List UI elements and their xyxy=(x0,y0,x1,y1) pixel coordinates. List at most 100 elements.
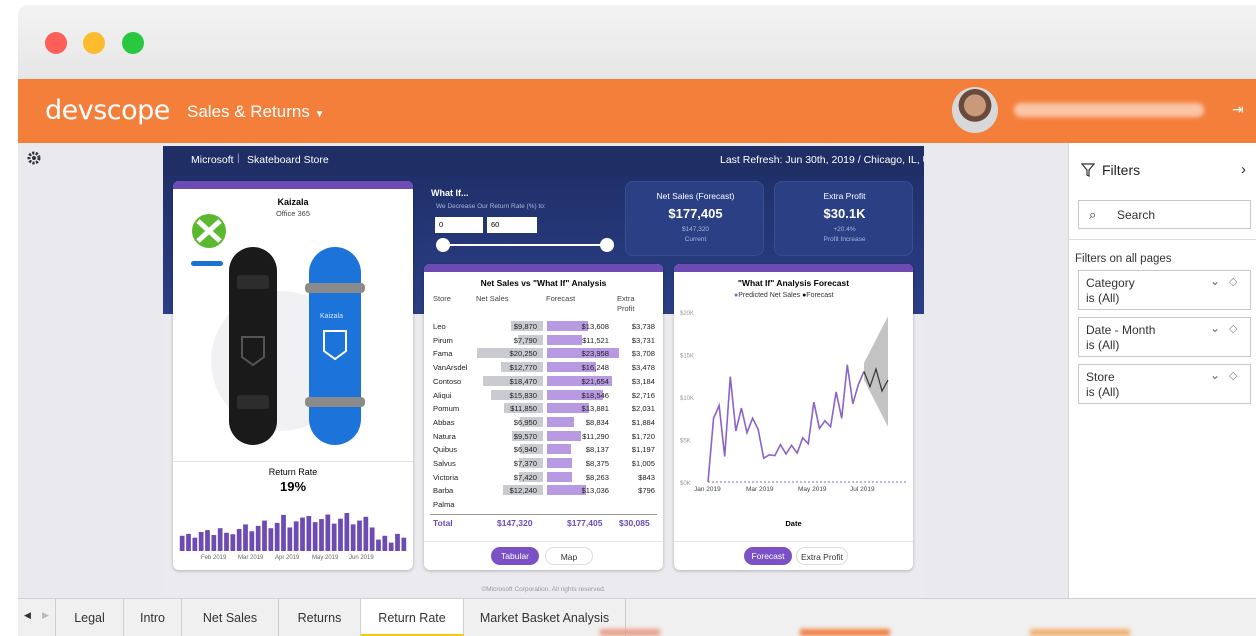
tab-returns[interactable]: Returns xyxy=(279,599,361,636)
brand-logo[interactable]: devscope xyxy=(45,95,170,126)
col-forecast[interactable]: Forecast xyxy=(546,294,575,303)
filter-value: is (All) xyxy=(1086,291,1120,305)
table-row[interactable]: Quibus $6,940 $8,137 $1,197 xyxy=(424,443,663,457)
table-row[interactable]: Contoso $18,470 $21,654 $3,184 xyxy=(424,375,663,389)
col-net-sales[interactable]: Net Sales xyxy=(476,294,509,303)
table-row[interactable]: Victoria $7,420 $8,263 $843 xyxy=(424,471,663,485)
chart-legend: ●Predicted Net Sales ●Forecast xyxy=(734,292,834,299)
sign-out-icon[interactable]: ⇥ xyxy=(1232,101,1244,118)
forecast-confidence-band xyxy=(864,316,888,427)
kpi-extra-profit: Extra Profit $30.1K +20.4% Profit Increa… xyxy=(774,181,913,256)
filters-section-label: Filters on all pages xyxy=(1075,253,1172,265)
table-row[interactable]: VanArsdel $12,770 $16,248 $3,478 xyxy=(424,361,663,375)
forecast-cell: $8,137 xyxy=(585,445,609,455)
forecast-cell: $8,834 xyxy=(585,417,609,427)
legend-forecast: Forecast xyxy=(806,292,834,299)
eraser-icon[interactable]: ◇ xyxy=(1229,322,1237,335)
net-sales-cell: $6,940 xyxy=(513,445,537,455)
map-button[interactable]: Map xyxy=(545,547,593,565)
net-sales-cell: $9,570 xyxy=(513,431,537,441)
table-row[interactable]: Aliqui $15,830 $18,546 $2,716 xyxy=(424,389,663,403)
min-input[interactable]: 0 xyxy=(435,217,483,233)
return-rate-bar xyxy=(217,528,223,551)
return-rate-bar xyxy=(350,524,356,551)
filter-category[interactable]: Category is (All) ⌄ ◇ xyxy=(1078,270,1251,310)
kaizala-card: Kaizala Office 365 Kaizala Return Rate 1… xyxy=(173,181,413,570)
net-sales-cell: $11,850 xyxy=(510,404,537,414)
table-row[interactable]: Pirum $7,790 $11,521 $3,731 xyxy=(424,334,663,348)
close-window-button[interactable] xyxy=(45,32,67,54)
filter-name: Category xyxy=(1086,276,1135,290)
tab-next-icon[interactable]: ▶ xyxy=(42,610,49,621)
slider-track[interactable] xyxy=(443,244,607,246)
deck-label: Kaizala xyxy=(320,313,343,320)
filter-date-month[interactable]: Date - Month is (All) ⌄ ◇ xyxy=(1078,317,1251,357)
total-net: $147,320 xyxy=(497,518,533,528)
app-header: devscope Sales & Returns ▼ ⇥ xyxy=(18,79,1256,143)
extra-profit-cell: $3,738 xyxy=(631,322,655,331)
net-sales-cell: $12,770 xyxy=(509,363,537,373)
extra-profit-cell: $3,731 xyxy=(631,335,655,345)
minimize-window-button[interactable] xyxy=(83,32,105,54)
tab-prev-icon[interactable]: ◀ xyxy=(24,610,31,621)
filter-search-input[interactable]: ⌕ Search xyxy=(1078,200,1251,229)
report-page: Microsoft | Skateboard Store Last Refres… xyxy=(163,146,924,598)
user-email-blurred xyxy=(1014,103,1204,117)
return-rate-bar xyxy=(331,523,337,551)
col-store[interactable]: Store xyxy=(433,294,451,303)
mini-axis-label: Jun 2019 xyxy=(349,555,374,561)
tab-legal[interactable]: Legal xyxy=(56,599,124,636)
net-sales-cell: $15,830 xyxy=(509,390,537,400)
max-input[interactable]: 60 xyxy=(487,217,537,233)
table-row[interactable]: Natura $9,570 $11,290 $1,720 xyxy=(424,430,663,444)
net-sales-cell: $7,790 xyxy=(513,335,537,345)
tab-net-sales[interactable]: Net Sales xyxy=(182,599,279,636)
table-row[interactable]: Salvus $7,370 $8,375 $1,005 xyxy=(424,457,663,471)
eraser-icon[interactable]: ◇ xyxy=(1229,275,1237,288)
avatar[interactable] xyxy=(952,87,998,133)
forecast-bar xyxy=(547,430,581,441)
y-tick-label: $0K xyxy=(680,481,691,487)
slider-handle-min[interactable] xyxy=(436,238,450,252)
table-row[interactable]: Fama $20,250 $23,958 $3,708 xyxy=(424,347,663,361)
last-refresh: Last Refresh: Jun 30th, 2019 / Chicago, … xyxy=(720,154,924,166)
y-tick-label: $15K xyxy=(680,354,694,360)
store-cell: VanArsdel xyxy=(433,363,468,373)
store-cell: Natura xyxy=(433,431,456,441)
table-row[interactable]: Pomum $11,850 $13,881 $2,031 xyxy=(424,402,663,416)
report-canvas: Microsoft | Skateboard Store Last Refres… xyxy=(18,143,1068,598)
gear-icon[interactable] xyxy=(26,150,42,166)
net-sales-cell: $9,870 xyxy=(513,322,537,331)
table-row[interactable]: Palma xyxy=(424,498,663,512)
table-title: Net Sales vs "What If" Analysis xyxy=(480,278,607,288)
chevron-down-icon[interactable]: ⌄ xyxy=(1210,274,1220,288)
table-row[interactable]: Abbas $6,950 $8,834 $1,884 xyxy=(424,416,663,430)
forecast-cell: $21,654 xyxy=(581,376,609,386)
chevron-down-icon[interactable]: ⌄ xyxy=(1210,368,1220,382)
slider-handle-max[interactable] xyxy=(600,238,614,252)
title-bar xyxy=(18,5,1256,79)
x-tick-label: Jan 2019 xyxy=(694,486,721,493)
chevron-down-icon[interactable]: ⌄ xyxy=(1210,321,1220,335)
tabular-button[interactable]: Tabular xyxy=(491,547,539,565)
forecast-button[interactable]: Forecast xyxy=(744,547,792,565)
tab-return-rate[interactable]: Return Rate xyxy=(361,599,464,636)
chart-xlabel: Date xyxy=(785,519,802,528)
report-title-dropdown[interactable]: Sales & Returns ▼ xyxy=(187,102,324,122)
return-rate-bar xyxy=(255,525,261,551)
forecast-bar xyxy=(547,471,572,482)
chevron-right-icon[interactable]: › xyxy=(1241,161,1246,178)
net-sales-cell: $18,470 xyxy=(509,376,537,386)
total-label: Total xyxy=(433,518,453,528)
maximize-window-button[interactable] xyxy=(122,32,144,54)
col-extra-profit[interactable]: Extra Profit xyxy=(617,294,647,314)
background-blur xyxy=(800,629,890,636)
return-rate-value: 19% xyxy=(279,479,307,494)
tab-intro[interactable]: Intro xyxy=(124,599,182,636)
table-row[interactable]: Barba $12,240 $13,036 $796 xyxy=(424,484,663,498)
extra-profit-button[interactable]: Extra Profit xyxy=(796,547,848,565)
eraser-icon[interactable]: ◇ xyxy=(1229,369,1237,382)
table-row[interactable]: Leo $9,870 $13,608 $3,738 xyxy=(424,320,663,334)
forecast-cell: $23,958 xyxy=(581,349,609,359)
filter-store[interactable]: Store is (All) ⌄ ◇ xyxy=(1078,364,1251,404)
